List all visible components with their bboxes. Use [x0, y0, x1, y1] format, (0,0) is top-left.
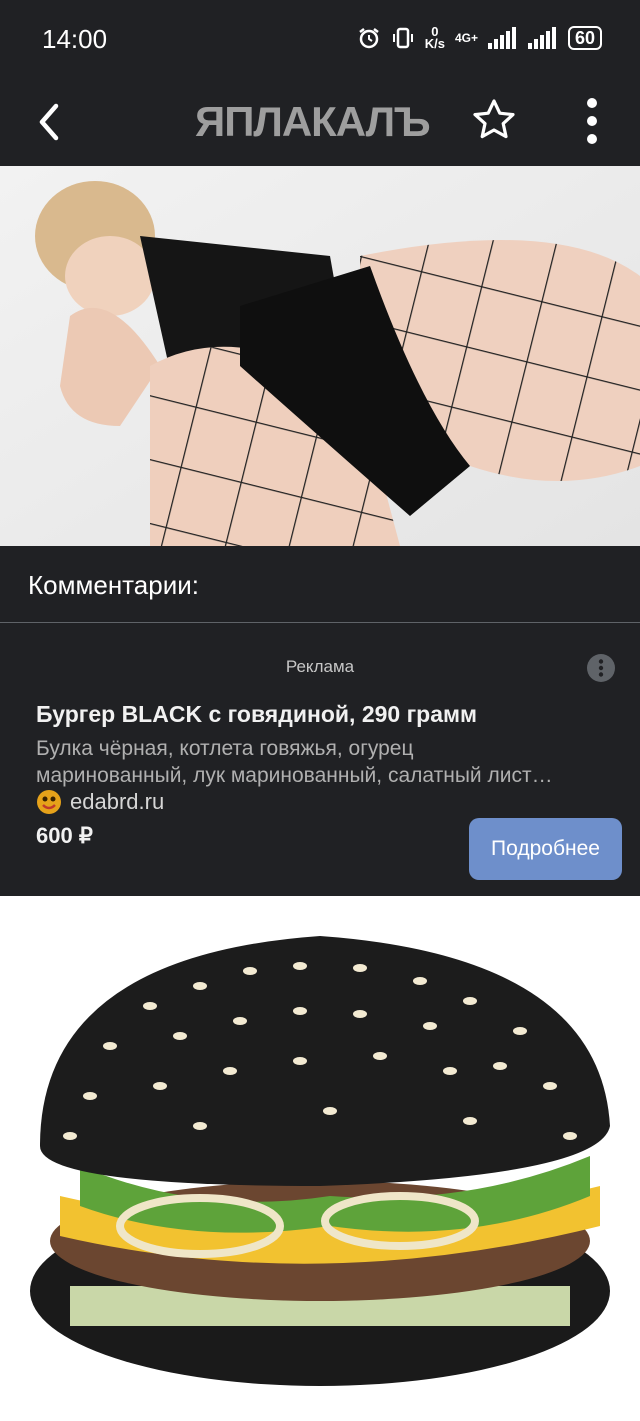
more-menu-button[interactable] [572, 94, 612, 148]
kebab-menu-icon [587, 98, 597, 144]
ad-description-line: Булка чёрная, котлета говяжья, огурец [36, 737, 414, 760]
battery-indicator: 60 [567, 26, 602, 50]
ad-image[interactable] [0, 896, 640, 1421]
comments-title: Комментарии: [28, 570, 199, 600]
back-button[interactable] [28, 100, 72, 144]
network-type: 4G+ [454, 31, 478, 45]
kebab-menu-icon [598, 659, 604, 677]
ad-source[interactable]: edabrd.ru [36, 789, 164, 815]
status-icons: 0 K/s 4G+ 60 [357, 24, 602, 51]
data-rate: 0 K/s [424, 24, 445, 51]
ad-description: Булка чёрная, котлета говяжья, огурец ма… [36, 735, 616, 789]
star-outline-icon [473, 99, 515, 139]
ad-description-line: маринованный, лук маринованный, салатный… [36, 764, 553, 787]
status-bar: 14:00 0 K/s 4G+ 60 [0, 0, 640, 80]
ad-title[interactable]: Бургер BLACK с говядиной, 290 грамм [36, 701, 477, 728]
post-image[interactable] [0, 166, 640, 546]
vibrate-icon [392, 27, 413, 49]
site-logo[interactable]: ЯПЛАКАЛЪ [195, 98, 431, 146]
status-time: 14:00 [42, 24, 108, 54]
chevron-left-icon [39, 103, 59, 141]
ad-options-button[interactable] [587, 654, 615, 682]
ad-label: Реклама [285, 657, 355, 676]
signal-icon-2 [527, 27, 556, 49]
ad-block[interactable]: Реклама Бургер BLACK с говядиной, 290 гр… [0, 623, 640, 895]
favorite-button[interactable] [470, 96, 518, 144]
post-image-graphic [0, 166, 640, 546]
burger-image-graphic [0, 896, 640, 1421]
signal-icon [487, 27, 516, 49]
app-bar: ЯПЛАКАЛЪ [0, 80, 640, 166]
ad-source-domain: edabrd.ru [70, 789, 165, 814]
alarm-icon [358, 28, 379, 49]
comments-header: Комментарии: [0, 546, 640, 623]
ad-details-button[interactable]: Подробнее [469, 818, 622, 880]
brand-favicon-icon [37, 790, 61, 814]
ad-price: 600 ₽ [36, 823, 93, 848]
